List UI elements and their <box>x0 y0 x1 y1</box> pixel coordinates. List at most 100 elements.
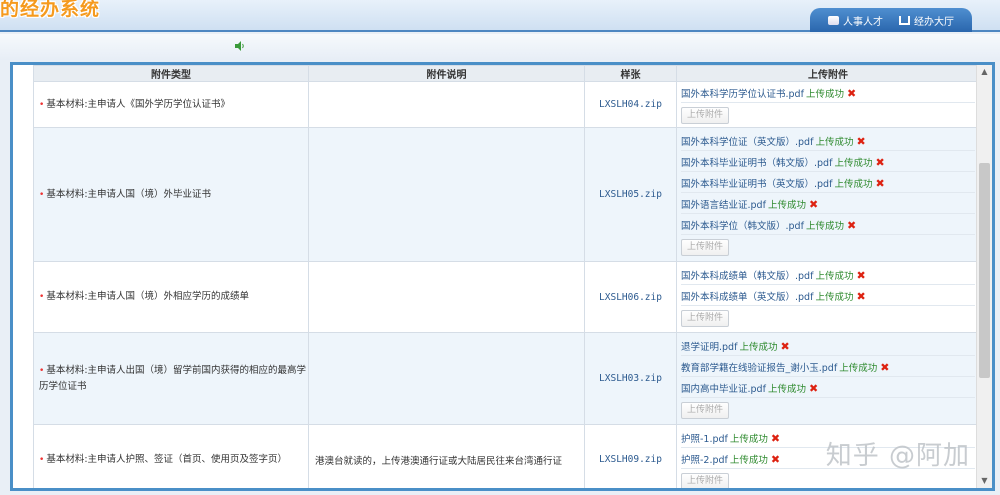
delete-file-icon[interactable]: ✖ <box>771 430 780 448</box>
sub-toolbar <box>0 34 1000 60</box>
uploaded-file-link[interactable]: 退学证明.pdf <box>681 342 737 353</box>
uploaded-file-link[interactable]: 国外本科成绩单（韩文版）.pdf <box>681 271 813 282</box>
uploaded-files-cell: 国外本科学位证（英文版）.pdf 上传成功 ✖ 国外本科毕业证明书（韩文版）.pdf 上… <box>676 127 980 262</box>
attachment-description-cell <box>308 261 585 333</box>
vertical-scrollbar[interactable]: ▲ ▼ <box>976 65 992 488</box>
sample-download-link[interactable]: LXSLH06.zip <box>599 292 662 303</box>
delete-file-icon[interactable]: ✖ <box>875 175 884 193</box>
required-marker-icon: • <box>39 292 45 302</box>
uploaded-file-item: 教育部学籍在线验证报告_谢小玉.pdf 上传成功 ✖ <box>681 359 975 377</box>
delete-file-icon[interactable]: ✖ <box>856 288 865 306</box>
uploaded-file-item: 国外本科成绩单（韩文版）.pdf 上传成功 ✖ <box>681 267 975 285</box>
uploaded-file-item: 国外语言结业证.pdf 上传成功 ✖ <box>681 196 975 214</box>
required-marker-icon: • <box>39 99 45 110</box>
upload-success-status: 上传成功 <box>805 221 844 232</box>
delete-file-icon[interactable]: ✖ <box>809 196 818 214</box>
uploaded-file-link[interactable]: 教育部学籍在线验证报告_谢小玉.pdf <box>681 363 837 374</box>
uploaded-file-link[interactable]: 国外本科成绩单（英文版）.pdf <box>681 292 813 303</box>
attachment-description-cell <box>308 81 585 128</box>
required-marker-icon: • <box>39 189 45 200</box>
scroll-thumb[interactable] <box>979 163 990 378</box>
upload-success-status: 上传成功 <box>739 342 778 353</box>
col-header-sample: 样张 <box>584 65 677 82</box>
scroll-up-arrow-icon[interactable]: ▲ <box>977 65 992 79</box>
attachment-type-cell: • 基本材料:主申请人《国外学历学位认证书》 <box>33 81 309 128</box>
delete-file-icon[interactable]: ✖ <box>856 267 865 285</box>
uploaded-file-item: 国外本科学历学位认证书.pdf 上传成功 ✖ <box>681 85 975 103</box>
sample-download-link[interactable]: LXSLH05.zip <box>599 189 662 200</box>
sample-cell: LXSLH09.zip <box>584 424 677 488</box>
uploaded-file-link[interactable]: 国外本科学历学位认证书.pdf <box>681 89 804 100</box>
upload-attachment-button[interactable]: 上传附件 <box>681 472 730 488</box>
uploaded-file-link[interactable]: 护照-2.pdf <box>681 455 728 466</box>
sample-download-link[interactable]: LXSLH04.zip <box>599 99 662 110</box>
uploaded-file-item: 国外本科学位（韩文版）.pdf 上传成功 ✖ <box>681 217 975 235</box>
uploaded-file-item: 国外本科成绩单（英文版）.pdf 上传成功 ✖ <box>681 288 975 306</box>
sample-download-link[interactable]: LXSLH03.zip <box>599 373 662 384</box>
attachment-type-label: 基本材料:主申请人《国外学历学位认证书》 <box>46 98 231 110</box>
delete-file-icon[interactable]: ✖ <box>847 217 856 235</box>
upload-success-status: 上传成功 <box>815 137 854 148</box>
attachment-description-cell <box>308 127 585 262</box>
delete-file-icon[interactable]: ✖ <box>880 359 889 377</box>
upload-success-status: 上传成功 <box>834 158 873 169</box>
uploaded-file-item: 退学证明.pdf 上传成功 ✖ <box>681 338 975 356</box>
upload-attachment-button[interactable]: 上传附件 <box>681 310 730 327</box>
uploaded-file-link[interactable]: 国外本科毕业证明书（韩文版）.pdf <box>681 158 832 169</box>
table-row: • 基本材料:主申请人出国（境）留学前国内获得的相应的最高学历学位证书 LXSLH0… <box>33 332 980 425</box>
tab-service-hall[interactable]: 经办大厅 <box>891 8 962 32</box>
attachments-table: 附件类型 附件说明 样张 上传附件 • 基本材料:主申请人《国外学历学位认证书》 L… <box>33 65 980 488</box>
table-row: • 基本材料:主申请人国（境）外毕业证书 LXSLH05.zip 国外本科学位证（英文… <box>33 127 980 262</box>
delete-file-icon[interactable]: ✖ <box>780 338 789 356</box>
upload-attachment-button[interactable]: 上传附件 <box>681 107 730 124</box>
scroll-down-arrow-icon[interactable]: ▼ <box>977 474 992 488</box>
attachment-type-label: 基本材料:主申请人护照、签证（首页、使用页及签字页） <box>46 453 288 465</box>
required-marker-icon: • <box>39 454 45 465</box>
col-header-upload: 上传附件 <box>676 65 980 82</box>
speaker-icon[interactable] <box>235 41 245 51</box>
tab-hr-talent[interactable]: 人事人才 <box>820 8 891 32</box>
col-header-description: 附件说明 <box>308 65 585 82</box>
sample-cell: LXSLH05.zip <box>584 127 677 262</box>
delete-file-icon[interactable]: ✖ <box>856 133 865 151</box>
required-marker-icon: • <box>39 365 45 376</box>
header-tabs: 人事人才 经办大厅 <box>810 8 972 32</box>
table-row: • 基本材料:主申请人《国外学历学位认证书》 LXSLH04.zip 国外本科学历学位… <box>33 81 980 128</box>
upload-success-status: 上传成功 <box>815 292 854 303</box>
upload-attachment-button[interactable]: 上传附件 <box>681 239 730 256</box>
upload-success-status: 上传成功 <box>805 89 844 100</box>
delete-file-icon[interactable]: ✖ <box>847 85 856 103</box>
uploaded-files-cell: 国外本科成绩单（韩文版）.pdf 上传成功 ✖ 国外本科成绩单（英文版）.pdf 上传成… <box>676 261 980 333</box>
attachment-type-cell: • 基本材料:主申请人出国（境）留学前国内获得的相应的最高学历学位证书 <box>33 332 309 425</box>
uploaded-file-item: 国外本科学位证（英文版）.pdf 上传成功 ✖ <box>681 133 975 151</box>
uploaded-file-link[interactable]: 护照-1.pdf <box>681 434 728 445</box>
uploaded-files-cell: 国外本科学历学位认证书.pdf 上传成功 ✖ 上传附件 <box>676 81 980 128</box>
delete-file-icon[interactable]: ✖ <box>809 380 818 398</box>
uploaded-file-link[interactable]: 国外语言结业证.pdf <box>681 200 766 211</box>
upload-success-status: 上传成功 <box>815 271 854 282</box>
attachments-table-wrap: 附件类型 附件说明 样张 上传附件 • 基本材料:主申请人《国外学历学位认证书》 L… <box>33 65 980 488</box>
col-header-type: 附件类型 <box>33 65 309 82</box>
attachment-description-cell: 港澳台就读的，上传港澳通行证或大陆居民往来台湾通行证 <box>308 424 585 488</box>
uploaded-file-link[interactable]: 国外本科毕业证明书（英文版）.pdf <box>681 179 832 190</box>
person-icon <box>828 15 839 25</box>
attachment-type-cell: • 基本材料:主申请人国（境）外毕业证书 <box>33 127 309 262</box>
sample-download-link[interactable]: LXSLH09.zip <box>599 454 662 465</box>
uploaded-file-link[interactable]: 国内高中毕业证.pdf <box>681 384 766 395</box>
delete-file-icon[interactable]: ✖ <box>875 154 884 172</box>
uploaded-files-cell: 退学证明.pdf 上传成功 ✖ 教育部学籍在线验证报告_谢小玉.pdf 上传成功 ✖ 国内高… <box>676 332 980 425</box>
delete-file-icon[interactable]: ✖ <box>771 451 780 469</box>
upload-success-status: 上传成功 <box>729 454 768 466</box>
uploaded-file-link[interactable]: 国外本科学位证（英文版）.pdf <box>681 137 813 148</box>
sample-cell: LXSLH03.zip <box>584 332 677 425</box>
system-title: 的经办系统 <box>0 0 101 20</box>
table-header-row: 附件类型 附件说明 样张 上传附件 <box>33 65 980 82</box>
uploaded-file-item: 国内高中毕业证.pdf 上传成功 ✖ <box>681 380 975 398</box>
uploaded-file-link[interactable]: 国外本科学位（韩文版）.pdf <box>681 221 804 232</box>
upload-success-status: 上传成功 <box>767 384 806 395</box>
upload-attachment-button[interactable]: 上传附件 <box>681 402 730 419</box>
uploaded-file-item: 国外本科毕业证明书（英文版）.pdf 上传成功 ✖ <box>681 175 975 193</box>
table-row: • 基本材料:主申请人国（境）外相应学历的成绩单 LXSLH06.zip 国外本科成绩… <box>33 261 980 333</box>
upload-success-status: 上传成功 <box>839 363 878 374</box>
app-header: 的经办系统 人事人才 经办大厅 <box>0 0 1000 32</box>
